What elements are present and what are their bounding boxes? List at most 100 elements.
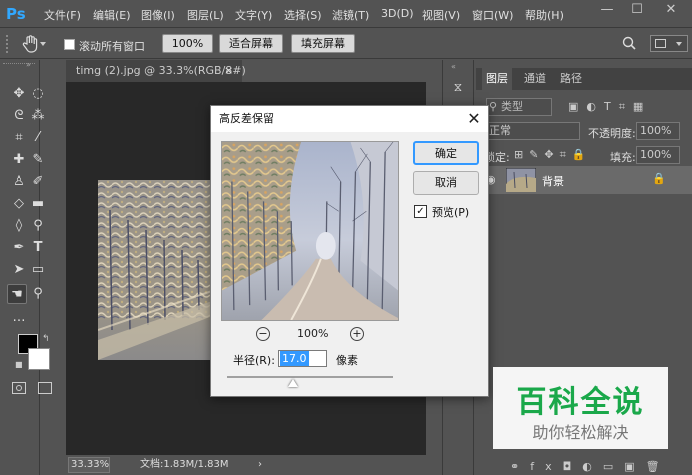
status-bar: 33.33% 文档:1.83M/1.83M › [66, 455, 426, 475]
filter-preview[interactable] [221, 141, 399, 321]
menu-window[interactable]: 窗口(W) [472, 7, 513, 23]
status-menu-arrow[interactable]: › [258, 455, 262, 475]
radius-value: 17.0 [280, 351, 309, 366]
expand-panels-icon[interactable]: « [451, 62, 456, 71]
options-bar: 滚动所有窗口 100% 适合屏幕 填充屏幕 [0, 29, 692, 59]
blend-mode-select[interactable]: 正常 [484, 122, 580, 140]
pen-icon[interactable]: ✒ [9, 238, 29, 258]
screen-mode-icon[interactable] [38, 382, 52, 394]
opacity-input[interactable]: 100% [636, 122, 680, 140]
scroll-all-windows-label: 滚动所有窗口 [79, 40, 145, 53]
menu-type[interactable]: 文字(Y) [235, 7, 272, 23]
window-close-button[interactable]: ✕ [660, 2, 682, 20]
fit-screen-button[interactable]: 适合屏幕 [219, 34, 283, 53]
fill-input[interactable]: 100% [636, 146, 680, 164]
menu-3d[interactable]: 3D(D) [381, 7, 414, 20]
high-pass-dialog: 高反差保留 ✕ − 100% + 确定 取消 ✓ 预览(P) 半径(R): 17… [210, 105, 489, 397]
preview-label: 预览(P) [432, 206, 470, 219]
menu-view[interactable]: 视图(V) [422, 7, 460, 23]
clone-stamp-icon[interactable]: ♙ [9, 172, 29, 192]
layer-name: 背景 [542, 175, 564, 188]
default-colors-icon[interactable]: ■ [15, 360, 23, 369]
dialog-title: 高反差保留 [211, 106, 488, 132]
ok-button[interactable]: 确定 [413, 141, 479, 165]
background-color-swatch[interactable] [28, 348, 50, 370]
radius-unit: 像素 [336, 354, 358, 367]
menu-filter[interactable]: 滤镜(T) [332, 7, 369, 23]
restore-button[interactable]: ☐ [626, 2, 648, 20]
healing-brush-icon[interactable]: ✚ [9, 150, 29, 170]
tab-paths[interactable]: 路径 [556, 68, 586, 90]
opacity-label: 不透明度: [588, 127, 636, 140]
more-tools-icon[interactable]: … [9, 308, 29, 328]
radius-slider-thumb[interactable] [288, 379, 299, 387]
tab-layers[interactable]: 图层 [482, 68, 512, 90]
menu-bar: Ps 文件(F) 编辑(E) 图像(I) 图层(L) 文字(Y) 选择(S) 滤… [0, 0, 692, 28]
preview-checkbox[interactable]: ✓ [414, 205, 427, 218]
dodge-icon[interactable]: ⚲ [28, 216, 48, 236]
menu-help[interactable]: 帮助(H) [525, 7, 564, 23]
fill-label: 填充: [610, 151, 636, 164]
hand-tool-active-icon[interactable]: ☚ [7, 284, 27, 304]
watermark: 百科全说 助你轻松解决 [493, 367, 668, 449]
chevron-down-icon [676, 42, 682, 46]
fill-screen-button[interactable]: 填充屏幕 [291, 34, 355, 53]
zoom-tool-icon[interactable]: ⚲ [28, 284, 48, 304]
eyedropper-icon[interactable]: ⁄ [28, 128, 48, 148]
menu-select[interactable]: 选择(S) [284, 7, 322, 23]
blur-icon[interactable]: ◊ [9, 216, 29, 236]
cancel-button[interactable]: 取消 [413, 171, 479, 195]
tool-preset-chevron-icon[interactable] [40, 42, 46, 46]
rectangle-icon[interactable]: ▭ [28, 260, 48, 280]
menu-file[interactable]: 文件(F) [44, 7, 81, 23]
document-image [98, 180, 215, 360]
zoom-100-button[interactable]: 100% [162, 34, 213, 53]
layer-filter-label: 类型 [501, 100, 523, 113]
radius-slider-track[interactable] [227, 376, 393, 378]
move-tool-icon[interactable]: ✥ [9, 84, 29, 104]
text-tool-icon[interactable]: T [28, 238, 48, 258]
photoshop-logo: Ps [6, 5, 26, 23]
minimize-button[interactable]: — [596, 2, 618, 20]
history-icon[interactable]: ⧖ [449, 80, 467, 98]
gradient-icon[interactable]: ▬ [28, 194, 48, 214]
filter-icons[interactable]: ▣◐T⌗▦ [568, 100, 651, 114]
collapse-arrows-icon[interactable]: » [26, 60, 31, 69]
layer-thumbnail [506, 168, 536, 192]
zoom-level[interactable]: 33.33% [68, 457, 110, 473]
radius-input[interactable]: 17.0 [278, 350, 327, 367]
menu-layer[interactable]: 图层(L) [187, 7, 224, 23]
search-icon[interactable] [622, 36, 636, 50]
close-icon[interactable]: ✕ [465, 110, 483, 128]
hand-tool-icon[interactable] [20, 33, 42, 55]
lock-icons[interactable]: ⊞✎✥⌗🔒 [514, 148, 592, 162]
zoom-out-icon[interactable]: − [256, 327, 270, 341]
blend-mode-value: 正常 [489, 124, 511, 137]
history-brush-icon[interactable]: ✐ [28, 172, 48, 192]
swap-colors-icon[interactable]: ↰ [42, 334, 50, 344]
crop-icon[interactable]: ⌗ [9, 128, 29, 148]
menu-image[interactable]: 图像(I) [141, 7, 175, 23]
scroll-all-windows-checkbox[interactable] [64, 39, 75, 50]
layer-actions[interactable]: ⚭fx◘◐▭▣🗑 [476, 460, 692, 475]
watermark-title: 百科全说 [516, 385, 645, 420]
ellipse-marquee-icon[interactable]: ◌ [28, 84, 48, 104]
grip-handle[interactable] [6, 35, 16, 53]
document-tab[interactable]: timg (2).jpg @ 33.3%(RGB/8#) × [66, 60, 246, 82]
workspace-switcher[interactable] [650, 35, 688, 52]
quick-mask-icon[interactable] [12, 382, 26, 394]
path-select-icon[interactable]: ➤ [9, 260, 29, 280]
tab-channels[interactable]: 通道 [520, 68, 550, 90]
watermark-subtitle: 助你轻松解决 [532, 423, 629, 442]
search-icon: ⚲ [489, 100, 498, 113]
magic-wand-icon[interactable]: ⁂ [28, 106, 48, 126]
layer-filter-select[interactable]: ⚲ 类型 [486, 98, 552, 116]
layer-row-background[interactable]: ◉ 背景 🔒 [480, 166, 692, 194]
close-tab-icon[interactable]: × [224, 60, 233, 82]
menu-edit[interactable]: 编辑(E) [93, 7, 131, 23]
lasso-icon[interactable]: ᘓ [9, 106, 29, 126]
zoom-in-icon[interactable]: + [350, 327, 364, 341]
brush-icon[interactable]: ✎ [28, 150, 48, 170]
document-title: timg (2).jpg @ 33.3%(RGB/8#) [76, 64, 246, 77]
eraser-icon[interactable]: ◇ [9, 194, 29, 214]
